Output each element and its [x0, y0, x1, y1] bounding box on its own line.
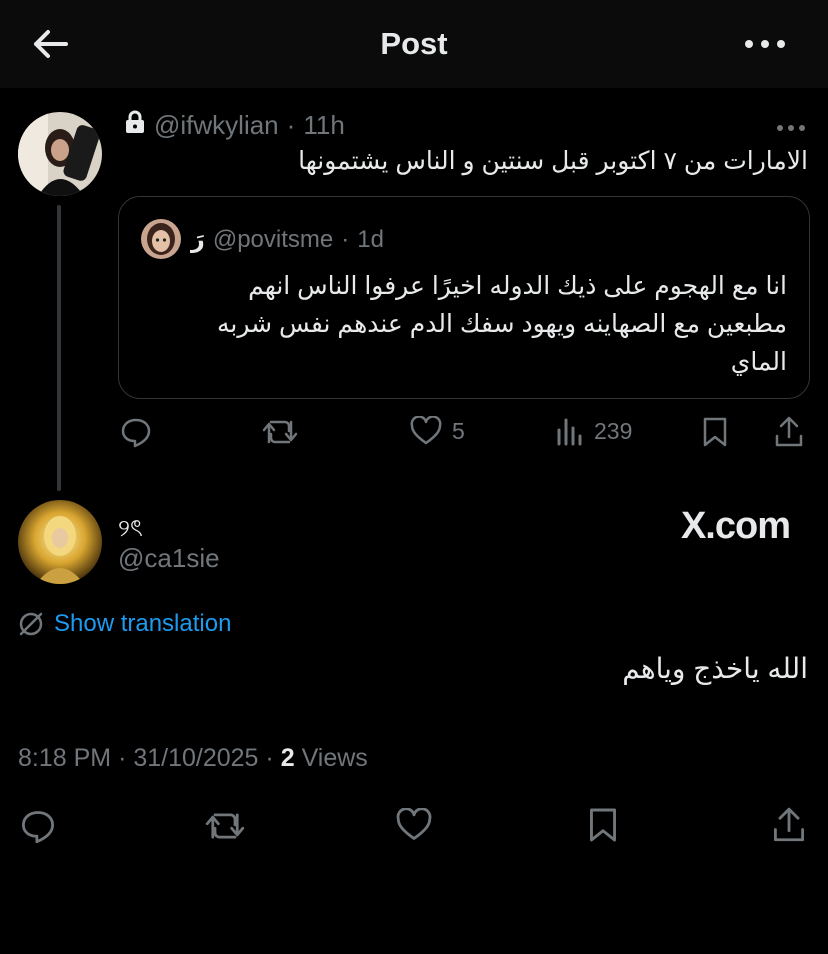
- quote-text-line2: مطبعين مع الصهاينه ويهود سفك الدم عندهم …: [216, 310, 787, 338]
- main-reply-button[interactable]: [20, 808, 56, 844]
- page-title: Post: [380, 26, 448, 61]
- translate-icon: [19, 612, 43, 636]
- avatar-ifwkylian[interactable]: [18, 112, 102, 196]
- meta-separator: ·: [265, 744, 274, 772]
- bookmark-button[interactable]: [702, 416, 728, 448]
- reply-text: الامارات من ٧ اكتوبر قبل سنتين و الناس ي…: [298, 147, 808, 175]
- meta-separator: ·: [286, 110, 296, 140]
- reply-button[interactable]: [120, 416, 152, 448]
- views-label: Views: [301, 744, 368, 772]
- lock-icon: [124, 110, 146, 141]
- like-button[interactable]: 5: [410, 416, 465, 446]
- repost-button[interactable]: [262, 416, 298, 448]
- quote-meta: رَ @povitsme · 1d: [191, 225, 384, 254]
- main-share-button[interactable]: [772, 806, 806, 844]
- xcom-watermark: X.com: [680, 505, 791, 547]
- reply-more-icon[interactable]: [776, 120, 806, 138]
- thread-line: [57, 205, 61, 491]
- post-time[interactable]: 8:18 PM: [18, 744, 111, 772]
- meta-separator: ·: [118, 744, 127, 772]
- bookmark-icon: [590, 808, 616, 842]
- quoted-post[interactable]: رَ @povitsme · 1d انا مع الهجوم على ذيك …: [118, 196, 810, 399]
- show-translation-label[interactable]: Show translation: [54, 610, 231, 638]
- quote-text-line3: الماي: [730, 348, 787, 376]
- top-bar: Post: [0, 0, 828, 88]
- quote-display-name: رَ: [191, 226, 205, 253]
- share-button[interactable]: [774, 416, 804, 448]
- main-bookmark-button[interactable]: [588, 806, 618, 844]
- views-count-main: 2: [280, 744, 295, 772]
- reply-age[interactable]: 11h: [303, 110, 344, 141]
- meta-separator: ·: [341, 225, 350, 253]
- reply-icon: [21, 811, 55, 844]
- main-handle[interactable]: @ca1sie: [118, 543, 220, 574]
- main-post-text: الله ياخذج وياهم: [622, 653, 808, 684]
- more-icon[interactable]: [742, 30, 788, 58]
- main-like-button[interactable]: [396, 808, 432, 842]
- views-count: 239: [594, 417, 633, 444]
- like-count: 5: [452, 417, 465, 444]
- reply-handle[interactable]: @ifwkylian: [154, 110, 279, 141]
- quote-text-line1: انا مع الهجوم على ذيك الدوله اخيرًا عرفو…: [248, 272, 787, 300]
- show-translation-button[interactable]: Show translation: [18, 610, 231, 638]
- views-button[interactable]: 239: [556, 416, 632, 446]
- quote-handle: @povitsme: [212, 225, 334, 253]
- post-timestamp: 8:18 PM · 31/10/2025 · 2 Views: [18, 744, 368, 773]
- repost-icon: [262, 420, 298, 444]
- post-date[interactable]: 31/10/2025: [133, 744, 258, 772]
- share-icon: [775, 416, 803, 447]
- avatar-povitsme: [141, 219, 181, 259]
- like-icon: [410, 416, 442, 445]
- quote-age: 1d: [357, 225, 384, 253]
- repost-icon: [205, 813, 245, 839]
- avatar-ca1sie[interactable]: [18, 500, 102, 584]
- main-repost-button[interactable]: [205, 808, 245, 844]
- reply-icon: [121, 418, 151, 448]
- bookmark-icon: [703, 417, 727, 447]
- views-icon: [557, 418, 582, 446]
- like-icon: [396, 808, 432, 840]
- share-icon: [773, 807, 805, 842]
- reply-meta: @ifwkylian · 11h: [124, 110, 345, 141]
